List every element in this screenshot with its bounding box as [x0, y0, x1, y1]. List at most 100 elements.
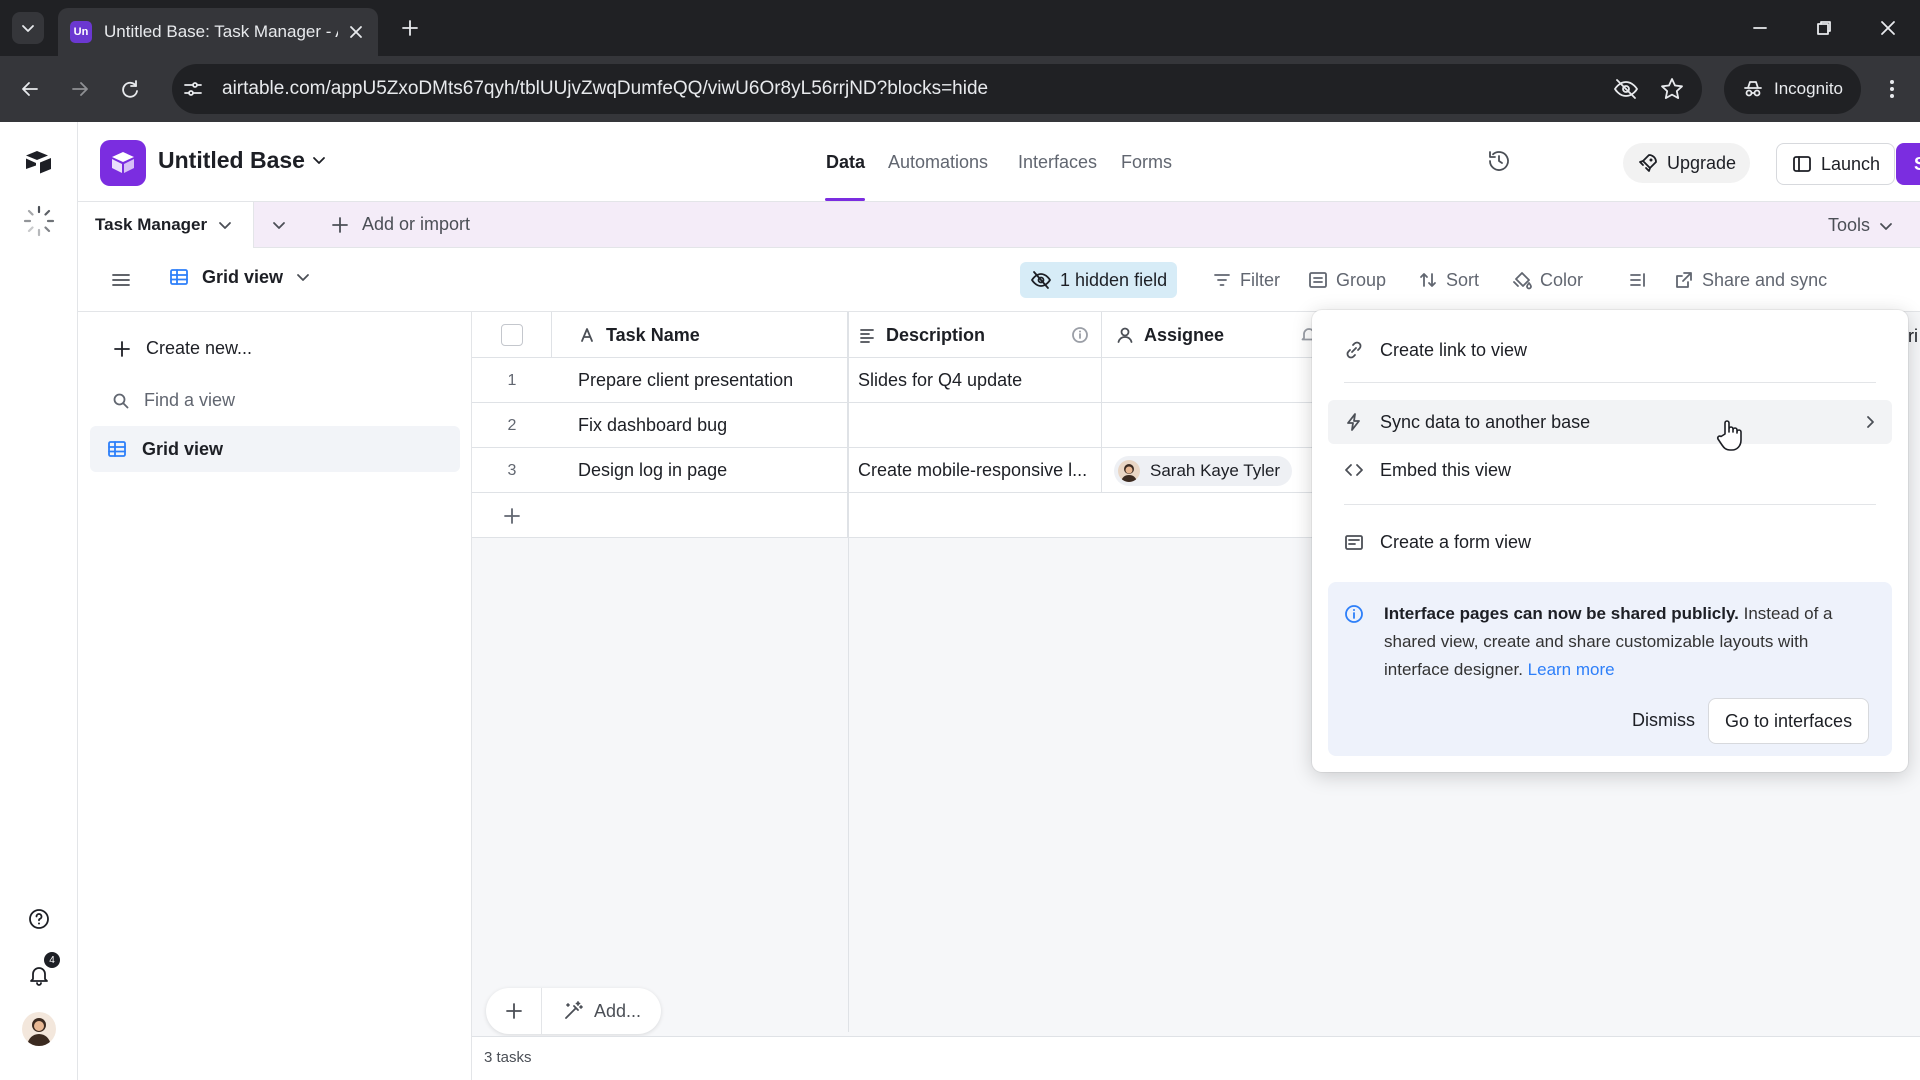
- eye-off-icon[interactable]: [1612, 75, 1640, 103]
- assignee-pill[interactable]: Sarah Kaye Tyler: [1114, 455, 1293, 486]
- add-record-row[interactable]: [472, 493, 1320, 538]
- task-name-cell[interactable]: Fix dashboard bug: [552, 403, 848, 448]
- tab-interfaces[interactable]: Interfaces: [1018, 152, 1097, 173]
- launch-button[interactable]: Launch: [1776, 143, 1896, 185]
- tab-automations[interactable]: Automations: [888, 152, 988, 173]
- chevron-down-icon[interactable]: [217, 217, 233, 233]
- sidebar-item-grid-view[interactable]: Grid view: [90, 426, 460, 472]
- star-icon[interactable]: [1658, 75, 1686, 103]
- table-bar: Task Manager Add or import Tools: [78, 202, 1920, 248]
- task-name-cell[interactable]: Prepare client presentation: [552, 358, 848, 403]
- learn-more-link[interactable]: Learn more: [1528, 660, 1615, 679]
- view-switcher[interactable]: Grid view: [168, 266, 311, 288]
- select-all-checkbox[interactable]: [500, 324, 523, 346]
- table-tab-task-manager[interactable]: Task Manager: [78, 202, 254, 248]
- column-header-description[interactable]: Description: [848, 312, 1102, 358]
- tab-data[interactable]: Data: [826, 152, 865, 173]
- find-view-input[interactable]: Find a view: [112, 390, 235, 411]
- close-window-button[interactable]: [1872, 12, 1904, 44]
- assignee-cell[interactable]: Sarah Kaye Tyler: [1102, 448, 1320, 493]
- base-name[interactable]: Untitled Base: [158, 147, 305, 174]
- sort-button[interactable]: Sort: [1408, 262, 1489, 298]
- notice-text: Interface pages can now be shared public…: [1384, 600, 1872, 684]
- menu-item-sync-data[interactable]: Sync data to another base: [1328, 400, 1892, 444]
- assignee-cell[interactable]: [1102, 358, 1320, 403]
- table-row[interactable]: 3 Design log in page Create mobile-respo…: [472, 448, 1320, 493]
- add-or-import-button[interactable]: Add or import: [330, 214, 470, 235]
- rocket-icon: [1639, 154, 1657, 172]
- share-button[interactable]: Share: [1896, 143, 1920, 185]
- add-with-ai-button[interactable]: Add...: [542, 1000, 661, 1022]
- airtable-favicon-icon: Un: [70, 21, 92, 43]
- table-row[interactable]: 2 Fix dashboard bug: [472, 403, 1320, 448]
- column-header-assignee[interactable]: Assignee: [1102, 312, 1320, 358]
- filter-button[interactable]: Filter: [1202, 262, 1290, 298]
- assignee-cell[interactable]: [1102, 403, 1320, 448]
- url-text[interactable]: airtable.com/appU5ZxoDMts67qyh/tblUUjvZw…: [222, 78, 988, 100]
- row-height-button[interactable]: [1618, 262, 1666, 298]
- create-new-view-button[interactable]: Create new...: [112, 338, 252, 359]
- forward-button[interactable]: [64, 73, 96, 105]
- sidebar-view-label: Grid view: [142, 438, 224, 459]
- restore-button[interactable]: [1808, 12, 1840, 44]
- menu-item-create-link[interactable]: Create link to view: [1328, 328, 1892, 372]
- description-cell[interactable]: Create mobile-responsive l...: [848, 448, 1102, 493]
- notification-count-badge: 4: [44, 952, 60, 968]
- reload-button[interactable]: [114, 73, 146, 105]
- tab-forms[interactable]: Forms: [1121, 152, 1172, 173]
- color-button[interactable]: Color: [1502, 262, 1593, 298]
- site-settings-icon[interactable]: [180, 76, 206, 102]
- select-all-cell[interactable]: [472, 312, 552, 358]
- close-icon[interactable]: [346, 22, 366, 42]
- column-header-task-name[interactable]: Task Name: [552, 312, 848, 358]
- notifications-button[interactable]: 4: [22, 952, 60, 992]
- launch-icon: [1793, 156, 1811, 172]
- active-tab-indicator: [825, 198, 865, 201]
- plus-icon: [505, 1003, 522, 1019]
- tab-search-button[interactable]: [12, 12, 44, 44]
- description-cell[interactable]: Slides for Q4 update: [848, 358, 1102, 403]
- table-row[interactable]: 1 Prepare client presentation Slides for…: [472, 358, 1320, 403]
- menu-item-create-form-view[interactable]: Create a form view: [1328, 520, 1892, 564]
- dismiss-button[interactable]: Dismiss: [1618, 700, 1709, 740]
- group-button[interactable]: Group: [1298, 262, 1396, 298]
- share-and-sync-button[interactable]: Share and sync: [1664, 262, 1837, 298]
- record-count: 3 tasks: [484, 1049, 532, 1066]
- tools-menu-button[interactable]: Tools: [1828, 215, 1894, 236]
- home-button[interactable]: [22, 146, 56, 180]
- upgrade-button[interactable]: Upgrade: [1623, 143, 1751, 183]
- hand-cursor-icon: [1716, 420, 1742, 451]
- info-icon[interactable]: [1071, 326, 1089, 344]
- add-record-button[interactable]: [486, 988, 542, 1034]
- back-button[interactable]: [14, 73, 46, 105]
- workspaces-button[interactable]: [22, 204, 56, 238]
- minimize-button[interactable]: [1744, 12, 1776, 44]
- menu-item-embed-view[interactable]: Embed this view: [1328, 448, 1892, 492]
- base-logo-icon[interactable]: [100, 140, 146, 186]
- new-tab-button[interactable]: [396, 14, 424, 42]
- menu-item-label: Sync data to another base: [1380, 411, 1591, 432]
- browser-menu-button[interactable]: [1876, 73, 1908, 105]
- user-avatar-icon: [27, 1018, 51, 1046]
- incognito-indicator[interactable]: Incognito: [1724, 64, 1861, 114]
- task-name-cell[interactable]: Design log in page: [552, 448, 848, 493]
- browser-tab-active[interactable]: Un Untitled Base: Task Manager - A: [58, 8, 378, 56]
- go-to-interfaces-button[interactable]: Go to interfaces: [1708, 698, 1870, 744]
- address-bar[interactable]: airtable.com/appU5ZxoDMts67qyh/tblUUjvZw…: [172, 64, 1702, 114]
- description-cell[interactable]: [848, 403, 1102, 448]
- base-box-icon: [112, 152, 134, 173]
- account-avatar[interactable]: [22, 1012, 56, 1046]
- hamburger-menu-icon[interactable]: [110, 269, 132, 291]
- help-button[interactable]: [22, 902, 56, 936]
- history-icon[interactable]: [1486, 148, 1512, 174]
- chevron-down-icon[interactable]: [310, 151, 328, 169]
- view-toolbar: Grid view 1 hidden field Filter Group So…: [78, 248, 1920, 312]
- column-label: Assignee: [1144, 324, 1225, 345]
- browser-toolbar: airtable.com/appU5ZxoDMts67qyh/tblUUjvZw…: [0, 56, 1920, 122]
- add-or-import-label: Add or import: [362, 214, 471, 234]
- filter-icon: [1214, 274, 1230, 286]
- hide-fields-button[interactable]: 1 hidden field: [1020, 262, 1178, 298]
- plus-icon: [504, 507, 520, 524]
- add-record-button[interactable]: [472, 493, 552, 538]
- all-tables-chevron-icon[interactable]: [270, 216, 288, 234]
